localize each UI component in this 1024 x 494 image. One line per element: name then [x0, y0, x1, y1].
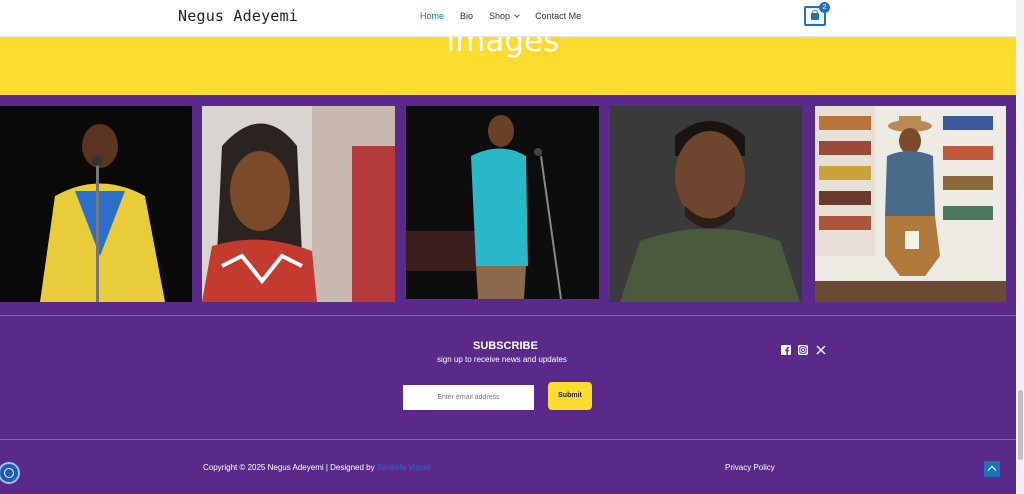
gallery-photo-performer-yellow-jacket[interactable]	[0, 106, 192, 302]
nav-contact-label: Contact Me	[535, 11, 582, 21]
privacy-policy-link[interactable]: Privacy Policy	[725, 463, 775, 472]
site-title[interactable]: Negus Adeyemi	[178, 7, 298, 25]
site-header: Negus Adeyemi Home Bio Shop Contact Me 2	[0, 0, 1016, 37]
nav-bio-label: Bio	[460, 11, 474, 21]
copyright-label: Copyright © 2025 Negus Adeyemi | Designe…	[203, 463, 377, 472]
subscribe-subtitle: sign up to receive news and updates	[437, 355, 567, 364]
copyright-text: Copyright © 2025 Negus Adeyemi | Designe…	[203, 463, 430, 472]
submit-button[interactable]: Submit	[548, 382, 592, 410]
scrollbar-thumb[interactable]	[1018, 390, 1023, 460]
gallery-photo-performer-teal-shirt[interactable]	[406, 106, 599, 299]
hero-banner: Images	[0, 37, 1016, 95]
email-input[interactable]	[403, 385, 534, 410]
subscribe-title: SUBSCRIBE	[473, 340, 538, 352]
hero-title: Images	[446, 37, 560, 59]
chevron-down-icon	[514, 11, 520, 18]
nav-home-label: Home	[420, 11, 445, 21]
gallery-photo-seated-bookstore-hat[interactable]	[815, 106, 1006, 302]
accessibility-icon[interactable]	[0, 462, 20, 484]
scroll-to-top-button[interactable]	[984, 461, 1000, 477]
main-nav: Home Bio Shop Contact Me	[420, 11, 597, 21]
instagram-icon[interactable]	[798, 342, 808, 355]
gallery-photo-portrait-dreadlocks[interactable]	[202, 106, 395, 302]
cart-button[interactable]: 2	[804, 2, 830, 26]
cart-count-badge: 2	[819, 2, 830, 13]
gallery-photo-portrait-green-sweater[interactable]	[610, 106, 802, 302]
image-gallery	[0, 95, 1016, 315]
footer-divider-top	[0, 315, 1016, 316]
x-icon[interactable]	[816, 342, 826, 355]
designer-link[interactable]: Sankofa Visual	[377, 463, 430, 472]
shopping-bag-icon	[811, 10, 819, 20]
nav-contact[interactable]: Contact Me	[535, 11, 581, 21]
facebook-icon[interactable]	[781, 342, 791, 355]
footer-divider-bottom	[0, 439, 1016, 440]
nav-shop-label: Shop	[489, 11, 511, 21]
nav-shop[interactable]: Shop	[489, 11, 520, 21]
nav-home[interactable]: Home	[420, 11, 444, 21]
nav-bio[interactable]: Bio	[460, 11, 473, 21]
